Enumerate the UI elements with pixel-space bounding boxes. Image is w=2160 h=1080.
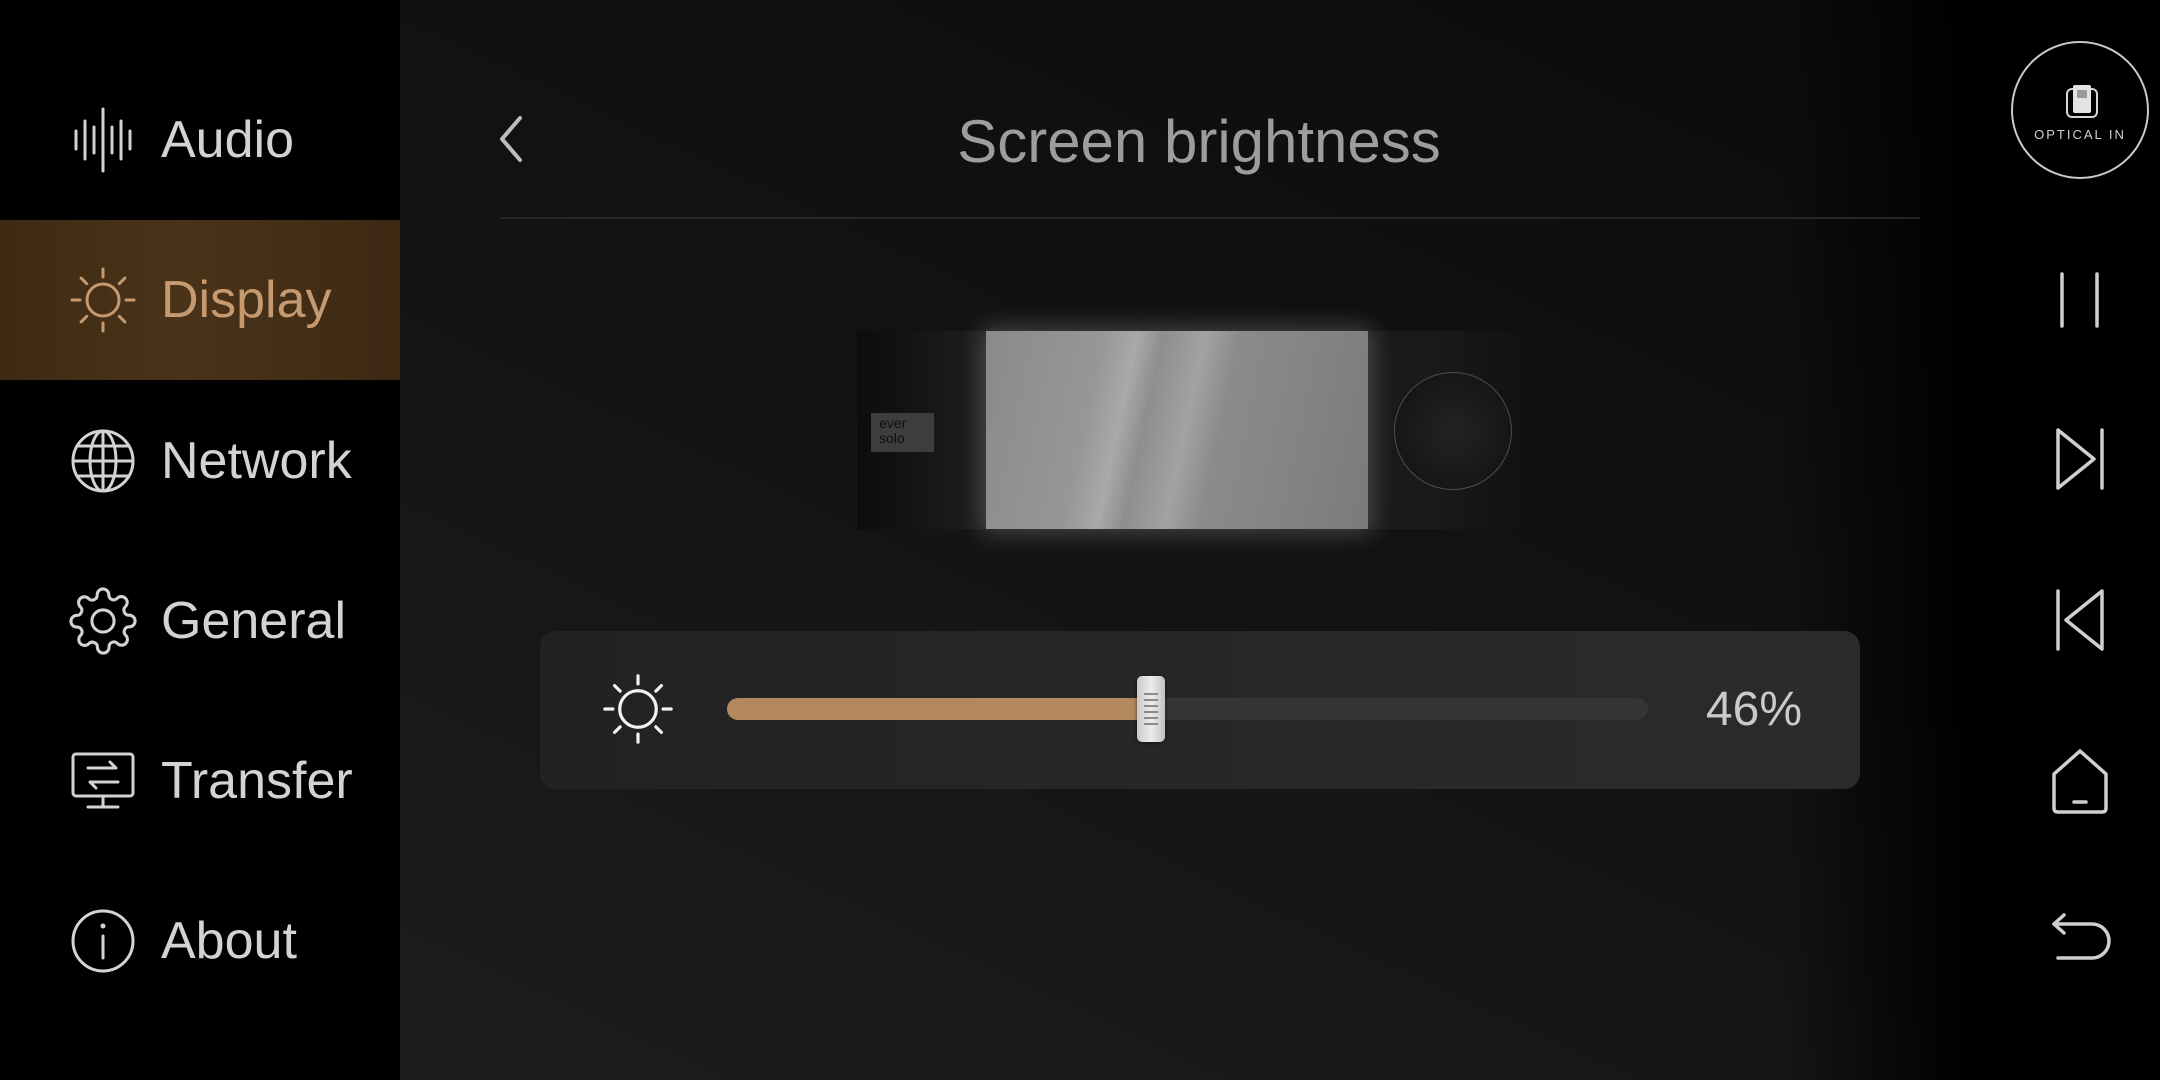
sidebar-item-label: Display (161, 271, 332, 329)
sidebar-item-about[interactable]: About (0, 861, 400, 1021)
settings-sidebar: Audio Display Network General Transfer A… (0, 0, 400, 1080)
sun-icon (603, 674, 673, 744)
sidebar-item-label: About (161, 912, 297, 970)
input-source-label: OPTICAL IN (2034, 127, 2126, 142)
sidebar-item-audio[interactable]: Audio (0, 60, 400, 220)
pause-icon[interactable] (2050, 270, 2110, 330)
sidebar-item-label: Audio (161, 111, 294, 169)
audio-waveform-icon (68, 105, 138, 175)
optical-input-icon (2066, 85, 2098, 118)
transfer-monitor-icon (68, 746, 138, 816)
display-settings-panel: Screen brightness ever solo 46% (400, 0, 1968, 1080)
brightness-slider-fill (727, 698, 1151, 720)
device-volume-knob (1394, 372, 1512, 490)
device-preview: ever solo (857, 331, 1543, 529)
brightness-slider[interactable] (727, 676, 1648, 742)
skip-next-icon[interactable] (2050, 424, 2110, 494)
slider-thumb-grip (1143, 693, 1158, 725)
sun-icon (68, 265, 138, 335)
sidebar-item-label: Network (161, 432, 352, 490)
sidebar-item-display[interactable]: Display (0, 220, 400, 380)
page-title: Screen brightness (957, 108, 1441, 175)
device-logo: ever solo (871, 413, 934, 452)
playback-control-bar: OPTICAL IN (1968, 0, 2160, 1080)
brightness-control: 46% (540, 631, 1860, 789)
info-icon (68, 906, 138, 976)
gear-icon (68, 586, 138, 656)
back-arrow-icon[interactable] (2046, 912, 2116, 968)
sidebar-item-general[interactable]: General (0, 541, 400, 701)
sidebar-item-network[interactable]: Network (0, 381, 400, 541)
sidebar-item-label: General (161, 592, 346, 650)
globe-icon (68, 426, 138, 496)
brightness-value: 46% (1705, 683, 1802, 736)
input-source-button[interactable]: OPTICAL IN (2011, 41, 2149, 179)
home-icon[interactable] (2048, 746, 2112, 816)
sidebar-item-transfer[interactable]: Transfer (0, 701, 400, 861)
device-screen (986, 331, 1368, 529)
brightness-slider-thumb[interactable] (1136, 676, 1165, 742)
sidebar-item-label: Transfer (161, 752, 353, 810)
skip-previous-icon[interactable] (2050, 585, 2110, 655)
header-divider (500, 217, 1920, 219)
